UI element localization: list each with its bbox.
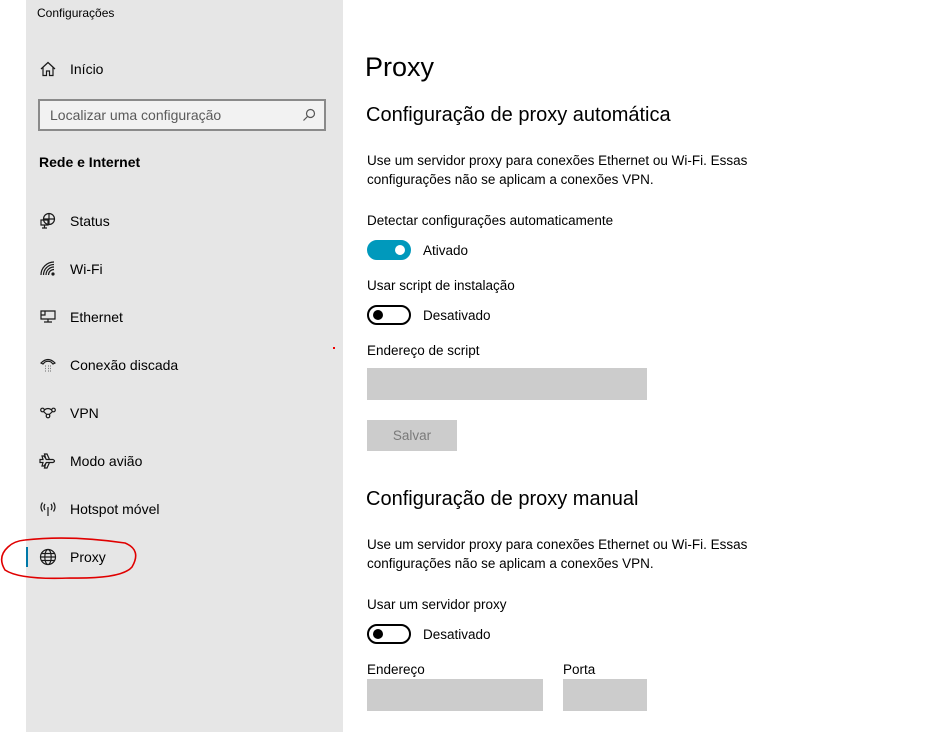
sidebar-item-ethernet[interactable]: Ethernet — [26, 293, 343, 341]
address-input[interactable] — [367, 679, 543, 711]
save-button[interactable]: Salvar — [367, 420, 457, 451]
script-address-label: Endereço de script — [367, 343, 480, 358]
detect-settings-toggle[interactable] — [367, 240, 411, 260]
address-label: Endereço — [367, 662, 425, 677]
sidebar-item-airplane[interactable]: Modo avião — [26, 437, 343, 485]
manual-proxy-description: Use um servidor proxy para conexões Ethe… — [367, 537, 748, 571]
port-label: Porta — [563, 662, 596, 677]
sidebar-item-label: Proxy — [70, 549, 106, 565]
sidebar: Configurações Início Rede e Internet Sta… — [26, 0, 343, 732]
app-title: Configurações — [37, 6, 115, 20]
sidebar-item-label: VPN — [70, 405, 99, 421]
sidebar-item-hotspot[interactable]: Hotspot móvel — [26, 485, 343, 533]
detect-settings-state: Ativado — [423, 242, 469, 258]
sidebar-item-status[interactable]: Status — [26, 197, 343, 245]
annotation-dot — [333, 347, 335, 349]
sidebar-item-wifi[interactable]: Wi-Fi — [26, 245, 343, 293]
sidebar-home[interactable]: Início — [26, 52, 343, 86]
port-input[interactable] — [563, 679, 647, 711]
sidebar-nav: Status Wi-Fi Ethernet Conexão discada VP… — [26, 197, 343, 581]
manual-proxy-heading: Configuração de proxy manual — [366, 488, 639, 510]
auto-proxy-heading: Configuração de proxy automática — [366, 104, 671, 126]
use-script-row: Desativado — [367, 305, 491, 325]
dialup-phone-icon — [38, 355, 58, 375]
toggle-knob — [373, 629, 383, 639]
search-box[interactable] — [38, 99, 326, 131]
toggle-knob — [395, 245, 405, 255]
script-address-input[interactable] — [367, 368, 647, 400]
sidebar-home-label: Início — [70, 61, 104, 77]
sidebar-item-label: Ethernet — [70, 309, 123, 325]
hotspot-icon — [38, 499, 58, 519]
globe-icon — [38, 547, 58, 567]
ethernet-icon — [38, 307, 58, 327]
use-proxy-label: Usar um servidor proxy — [367, 597, 507, 612]
sidebar-item-vpn[interactable]: VPN — [26, 389, 343, 437]
page-title: Proxy — [365, 52, 435, 82]
airplane-icon — [38, 451, 58, 471]
use-proxy-row: Desativado — [367, 624, 491, 644]
use-proxy-state: Desativado — [423, 626, 491, 642]
sidebar-item-dialup[interactable]: Conexão discada — [26, 341, 343, 389]
sidebar-item-proxy[interactable]: Proxy — [26, 533, 343, 581]
use-script-label: Usar script de instalação — [367, 278, 515, 293]
search-icon[interactable] — [302, 108, 316, 122]
sidebar-item-label: Conexão discada — [70, 357, 179, 373]
use-proxy-toggle[interactable] — [367, 624, 411, 644]
sidebar-item-label: Hotspot móvel — [70, 501, 160, 517]
sidebar-item-label: Modo avião — [70, 453, 143, 469]
home-icon — [38, 59, 58, 79]
search-input[interactable] — [40, 106, 302, 124]
network-status-icon — [38, 211, 58, 231]
sidebar-item-label: Wi-Fi — [70, 261, 103, 277]
vpn-icon — [38, 403, 58, 423]
sidebar-item-label: Status — [70, 213, 110, 229]
detect-settings-row: Ativado — [367, 240, 468, 260]
use-script-toggle[interactable] — [367, 305, 411, 325]
auto-proxy-description: Use um servidor proxy para conexões Ethe… — [367, 153, 748, 187]
use-script-state: Desativado — [423, 307, 491, 323]
detect-settings-label: Detectar configurações automaticamente — [367, 213, 614, 228]
section-title: Rede e Internet — [39, 154, 141, 170]
wifi-icon — [38, 259, 58, 279]
toggle-knob — [373, 310, 383, 320]
